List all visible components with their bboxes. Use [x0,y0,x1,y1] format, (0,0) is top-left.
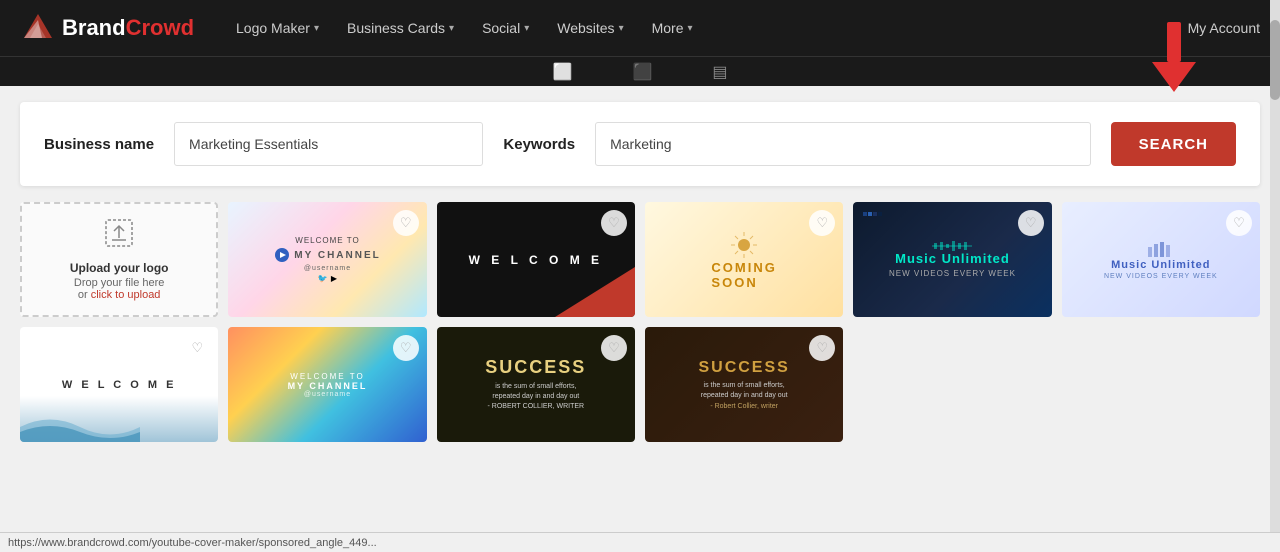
search-button[interactable]: SEARCH [1111,122,1236,166]
favorite-btn-2[interactable]: ♡ [601,210,627,236]
nav-websites[interactable]: Websites ▾ [545,12,635,44]
arrow-head [1152,62,1196,92]
keywords-input[interactable] [595,122,1091,166]
channel-logo-icon [274,247,290,263]
welcome-channel-label: WELCOME TO [295,236,359,245]
icon-bar-item-3: ▤ [712,62,727,82]
card-coming-soon[interactable]: COMINGSOON ♡ [645,202,843,317]
search-area: Business name Keywords SEARCH [20,102,1260,186]
equalizer-icon [932,241,972,251]
music-unlimited-sub: NEW VIDEOS EVERY WEEK [889,269,1016,278]
favorite-btn-1[interactable]: ♡ [393,210,419,236]
scrollbar-thumb[interactable] [1270,20,1280,100]
success-pattern-label: SUCCESS [698,359,789,377]
youtube-icon: ▶ [331,274,337,283]
logo-maker-chevron-icon: ▾ [314,23,319,34]
favorite-btn-4[interactable]: ♡ [1018,210,1044,236]
coming-soon-label: COMINGSOON [711,260,776,290]
card-welcome-color2[interactable]: WELCOME TO MY CHANNEL @username ♡ [228,327,426,442]
icon-bar-item-2: ⬛ [632,62,652,82]
websites-chevron-icon: ▾ [619,23,624,34]
card-welcome-colorful[interactable]: WELCOME TO MY CHANNEL @username 🐦 ▶ ♡ [228,202,426,317]
upload-icon [104,218,134,255]
success-pattern-author: - Robert Collier, writer [710,403,778,410]
card-music-light[interactable]: Music Unlimited NEW VIDEOS EVERY WEEK ♡ [1062,202,1260,317]
business-name-label: Business name [44,136,154,153]
icon-bar-item-1: ⬜ [553,62,573,82]
sunburst-icon [729,230,759,260]
success-dark-label: SUCCESS [485,357,586,378]
scrollbar[interactable] [1270,0,1280,552]
twitter-icon: 🐦 [318,274,328,283]
wave-decoration [20,412,140,442]
favorite-btn-8[interactable]: ♡ [601,335,627,361]
business-name-input[interactable] [174,122,483,166]
red-diagonal-accent [555,267,635,317]
nav-logo-maker[interactable]: Logo Maker ▾ [224,12,331,44]
card-success-dark[interactable]: SUCCESS is the sum of small efforts,repe… [437,327,635,442]
success-pattern-quote: is the sum of small efforts,repeated day… [701,381,788,401]
navbar: BrandCrowd Logo Maker ▾ Business Cards ▾… [0,0,1280,56]
business-cards-chevron-icon: ▾ [449,23,454,34]
welcome-wave-label: W E L C O M E [62,379,177,391]
nav-social[interactable]: Social ▾ [470,12,541,44]
music-unlimited-light-sub: NEW VIDEOS EVERY WEEK [1104,273,1218,280]
card-welcome-wave[interactable]: W E L C O M E ♡ [20,327,218,442]
brand-name: BrandCrowd [62,15,194,41]
more-chevron-icon: ▾ [688,23,693,34]
upload-subtitle: Drop your file here or click to upload [74,277,165,301]
nav-more[interactable]: More ▾ [640,12,705,44]
upload-card[interactable]: Upload your logo Drop your file here or … [20,202,218,317]
welcome-black-label: W E L C O M E [469,253,603,267]
music-unlimited-light-label: Music Unlimited [1111,259,1210,271]
favorite-btn-7[interactable]: ♡ [393,335,419,361]
card-welcome-black[interactable]: W E L C O M E ♡ [437,202,635,317]
success-dark-quote: is the sum of small efforts,repeated day… [488,382,585,411]
upload-title: Upload your logo [70,261,169,275]
icon-bar: ⬜ ⬛ ▤ [0,56,1280,86]
social-chevron-icon: ▾ [524,23,529,34]
arrow-shaft [1167,22,1181,62]
status-bar: https://www.brandcrowd.com/youtube-cover… [0,532,1280,552]
brand-icon [20,10,56,46]
nav-business-cards[interactable]: Business Cards ▾ [335,12,466,44]
card-music-dark[interactable]: Music Unlimited NEW VIDEOS EVERY WEEK ♡ [853,202,1051,317]
favorite-btn-5[interactable]: ♡ [1226,210,1252,236]
music-icon-light [1146,239,1176,259]
upload-link[interactable]: click to upload [91,289,161,301]
music-unlimited-label: Music Unlimited [895,251,1010,266]
red-arrow-indicator [1152,22,1196,92]
nav-links: Logo Maker ▾ Business Cards ▾ Social ▾ W… [224,12,1188,44]
cards-grid: Upload your logo Drop your file here or … [0,202,1280,452]
card-success-pattern[interactable]: SUCCESS is the sum of small efforts,repe… [645,327,843,442]
keywords-label: Keywords [503,136,575,153]
my-account-link[interactable]: My Account [1188,20,1260,36]
brand-logo-area[interactable]: BrandCrowd [20,10,194,46]
status-url: https://www.brandcrowd.com/youtube-cover… [8,537,377,549]
pixel-decoration [863,212,882,216]
